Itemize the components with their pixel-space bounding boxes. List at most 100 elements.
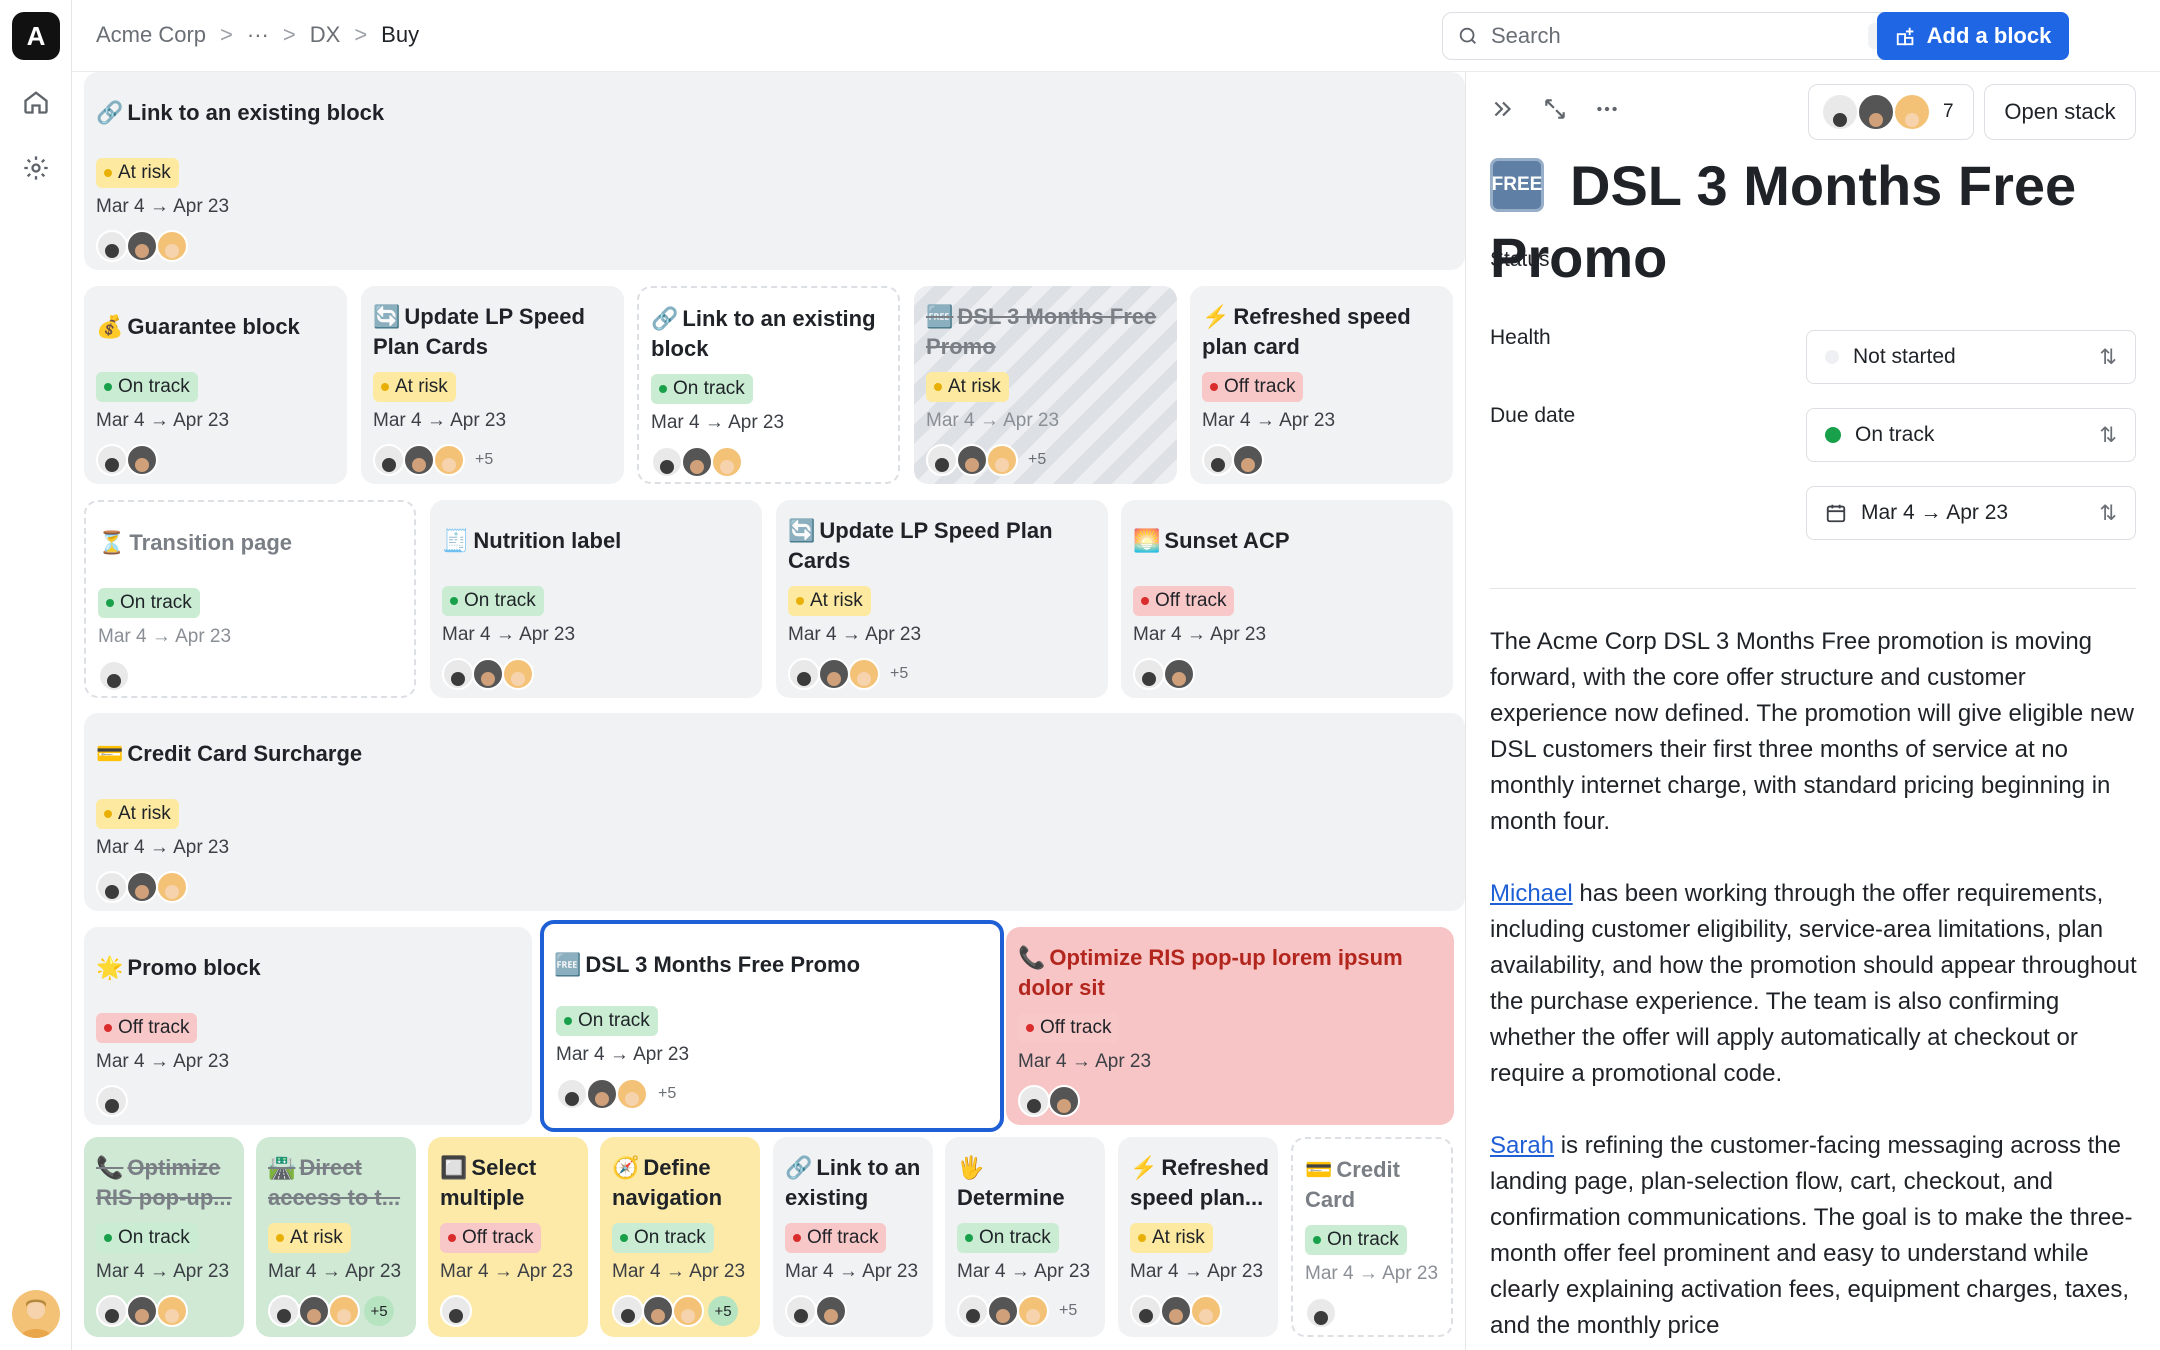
assignee-avatars[interactable]	[440, 1295, 472, 1327]
assignee-avatars[interactable]	[96, 1085, 128, 1117]
status-badge[interactable]: Off track	[440, 1223, 542, 1253]
status-select[interactable]: Not started ⇅	[1806, 330, 2136, 384]
block-card[interactable]: 🔗Link to an existing blo... Off track Mar …	[773, 1137, 933, 1337]
assignee-avatars[interactable]: +5	[612, 1295, 738, 1327]
status-badge[interactable]: On track	[442, 586, 544, 616]
status-badge[interactable]: On track	[96, 1223, 198, 1253]
status-badge[interactable]: On track	[98, 588, 200, 618]
breadcrumb-ellipsis[interactable]: ···	[247, 22, 269, 48]
block-card[interactable]: 🔲Select multiple blo... Off track Mar 4 → …	[428, 1137, 588, 1337]
block-card[interactable]: 💳 Credit Card Surcharge At risk Mar 4 → Apr…	[84, 713, 1465, 911]
settings-gear-icon[interactable]	[18, 150, 54, 186]
search-input[interactable]: Search ⌘ K	[1442, 12, 1932, 60]
status-badge[interactable]: On track	[612, 1223, 714, 1253]
mention-michael[interactable]: Michael	[1490, 880, 1573, 907]
avatar	[1821, 93, 1859, 131]
block-card[interactable]: 📞 Optimize RIS pop-up... On track Mar 4 → A…	[84, 1137, 244, 1337]
status-badge[interactable]: At risk	[1130, 1223, 1213, 1253]
block-card[interactable]: 🌅 Sunset ACP Off track Mar 4 → Apr 23	[1121, 500, 1453, 698]
assignee-avatars[interactable]	[1202, 444, 1264, 476]
block-card[interactable]: 🔗 Link to an existing block At risk Mar 4 →…	[84, 72, 1465, 270]
status-badge[interactable]: Off track	[96, 1013, 198, 1043]
assignee-avatars[interactable]: +5	[373, 444, 493, 476]
status-badge[interactable]: At risk	[96, 158, 179, 188]
status-badge[interactable]: At risk	[96, 799, 179, 829]
status-badge[interactable]: On track	[1305, 1225, 1407, 1255]
current-user-avatar[interactable]	[12, 1290, 60, 1338]
block-title-text: Determine how to mov...	[957, 1185, 1065, 1210]
block-type-icon: 🛣️	[268, 1155, 296, 1180]
open-stack-button[interactable]: Open stack	[1984, 84, 2136, 140]
due-date-select[interactable]: Mar 4 → Apr 23 ⇅	[1806, 486, 2136, 540]
description-paragraph-2[interactable]: Michael has been working through the off…	[1490, 876, 2140, 1092]
mention-sarah[interactable]: Sarah	[1490, 1132, 1554, 1159]
assignee-avatars[interactable]	[96, 871, 188, 903]
avatar	[1130, 1295, 1162, 1327]
block-card[interactable]: ⚡ Refreshed speed plan card Off track Mar 4…	[1190, 286, 1453, 484]
more-assignees-count: +5	[364, 1296, 394, 1326]
more-assignees-count: +5	[1028, 451, 1047, 468]
status-badge[interactable]: On track	[957, 1223, 1059, 1253]
status-badge[interactable]: At risk	[926, 372, 1009, 402]
collapse-panel-icon[interactable]	[1490, 96, 1516, 127]
assignee-avatars[interactable]: +5	[926, 444, 1046, 476]
block-card[interactable]: 🛣️ Direct access to t... At risk Mar 4 → Ap…	[256, 1137, 416, 1337]
workspace-logo[interactable]: A	[12, 12, 60, 60]
assignee-avatars[interactable]: +5	[268, 1295, 394, 1327]
assignee-avatars[interactable]	[442, 658, 534, 690]
block-card[interactable]: 🆓 DSL 3 Months Free Promo At risk Mar 4 → A…	[914, 286, 1177, 484]
breadcrumb-item-dx[interactable]: DX	[310, 22, 341, 48]
status-badge[interactable]: Off track	[1018, 1013, 1120, 1043]
block-card[interactable]: 💰 Guarantee block On track Mar 4 → Apr 23	[84, 286, 347, 484]
block-card[interactable]: 🔄 Update LP Speed Plan Cards At risk Mar 4 …	[776, 500, 1108, 698]
block-type-icon: ⏳	[98, 530, 126, 555]
block-card[interactable]: 🔄 Update LP Speed Plan Cards At risk Mar 4 …	[361, 286, 624, 484]
block-card[interactable]: 🆓 DSL 3 Months Free Promo On track Mar 4 → …	[540, 920, 1004, 1132]
assignee-avatars[interactable]: +5	[556, 1078, 676, 1110]
date-range: Mar 4 → Apr 23	[373, 410, 507, 431]
assignee-avatars[interactable]	[98, 660, 130, 692]
block-card[interactable]: 🖐️ Determine how to mov... On track Mar 4 →…	[945, 1137, 1105, 1337]
status-badge[interactable]: On track	[96, 372, 198, 402]
description-paragraph-1[interactable]: The Acme Corp DSL 3 Months Free promotio…	[1490, 624, 2140, 840]
status-badge[interactable]: On track	[556, 1006, 658, 1036]
home-icon[interactable]	[18, 84, 54, 120]
status-badge[interactable]: Off track	[785, 1223, 887, 1253]
description-paragraph-3[interactable]: Sarah is refining the customer-facing me…	[1490, 1128, 2140, 1344]
collaborators-group[interactable]: 7	[1808, 84, 1974, 140]
status-badge[interactable]: On track	[651, 374, 753, 404]
block-card[interactable]: 🧭Define navigation f... On track Mar 4 → A…	[600, 1137, 760, 1337]
status-badge[interactable]: At risk	[788, 586, 871, 616]
assignee-avatars[interactable]	[96, 230, 188, 262]
date-range: Mar 4 → Apr 23	[788, 624, 922, 645]
health-select[interactable]: On track ⇅	[1806, 408, 2136, 462]
breadcrumb-item-workspace[interactable]: Acme Corp	[96, 22, 206, 48]
block-card[interactable]: 🧾 Nutrition label On track Mar 4 → Apr 23	[430, 500, 762, 698]
status-dot-icon	[106, 599, 114, 607]
block-card[interactable]: 🌟 Promo block Off track Mar 4 → Apr 23	[84, 927, 532, 1125]
assignee-avatars[interactable]	[96, 1295, 188, 1327]
block-card[interactable]: ⏳ Transition page On track Mar 4 → Apr 23	[84, 500, 416, 698]
assignee-avatars[interactable]	[1018, 1085, 1080, 1117]
assignee-avatars[interactable]	[1133, 658, 1195, 690]
block-card[interactable]: 💳Credit Card Surch... On track Mar 4 → Apr…	[1291, 1137, 1453, 1337]
block-type-icon: 🔄	[373, 304, 401, 329]
assignee-avatars[interactable]	[651, 446, 743, 478]
assignee-avatars[interactable]: +5	[788, 658, 908, 690]
add-block-button[interactable]: Add a block	[1877, 12, 2069, 60]
status-badge[interactable]: Off track	[1202, 372, 1304, 402]
more-options-icon[interactable]	[1594, 96, 1620, 127]
expand-icon[interactable]	[1542, 96, 1568, 127]
status-badge[interactable]: At risk	[373, 372, 456, 402]
block-card[interactable]: 🔗 Link to an existing block On track Mar 4 …	[637, 286, 900, 484]
assignee-avatars[interactable]	[96, 444, 158, 476]
status-badge[interactable]: At risk	[268, 1223, 351, 1253]
block-card[interactable]: 📞 Optimize RIS pop-up lorem ipsum dolor s…	[1006, 927, 1454, 1125]
block-card[interactable]: ⚡ Refreshed speed plan... At risk Mar 4 → A…	[1118, 1137, 1278, 1337]
assignee-avatars[interactable]	[1305, 1297, 1337, 1329]
assignee-avatars[interactable]	[1130, 1295, 1222, 1327]
assignee-avatars[interactable]: +5	[957, 1295, 1077, 1327]
assignee-avatars[interactable]	[785, 1295, 847, 1327]
block-title[interactable]: DSL 3 Months Free Promo	[1490, 150, 2130, 294]
status-badge[interactable]: Off track	[1133, 586, 1235, 616]
